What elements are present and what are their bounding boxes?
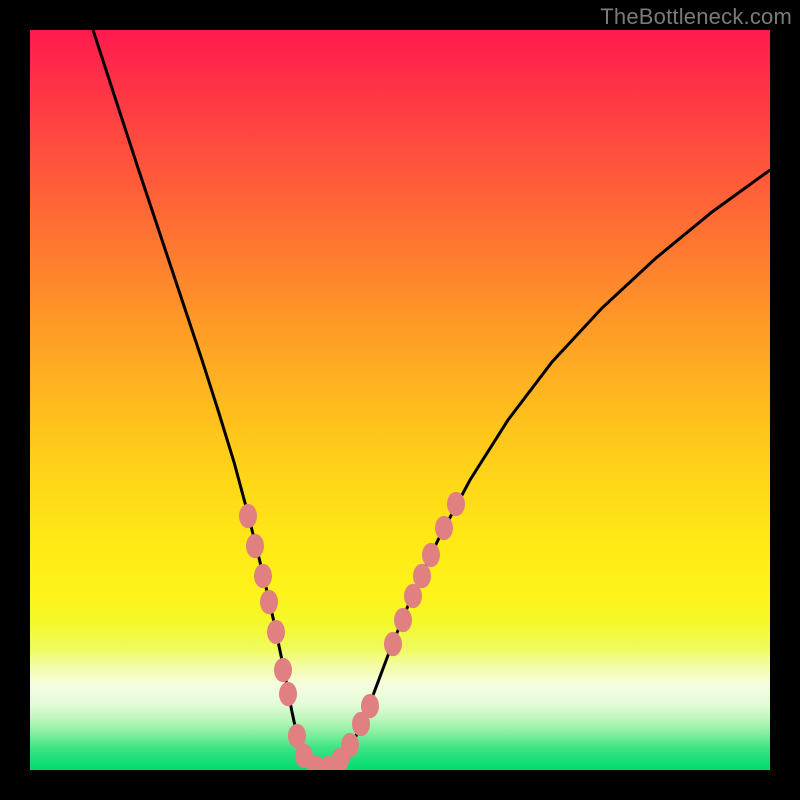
highlight-dot xyxy=(254,564,272,588)
watermark-text: TheBottleneck.com xyxy=(600,4,792,30)
highlight-dot xyxy=(422,543,440,567)
highlight-dot xyxy=(384,632,402,656)
curve-svg xyxy=(30,30,770,770)
highlight-dots xyxy=(239,492,465,770)
highlight-dot xyxy=(413,564,431,588)
curve-path xyxy=(93,30,770,770)
highlight-dot xyxy=(361,694,379,718)
highlight-dot xyxy=(260,590,278,614)
highlight-dot xyxy=(246,534,264,558)
highlight-dot xyxy=(394,608,412,632)
bottleneck-curve xyxy=(93,30,770,770)
highlight-dot xyxy=(239,504,257,528)
highlight-dot xyxy=(274,658,292,682)
highlight-dot xyxy=(447,492,465,516)
highlight-dot xyxy=(341,733,359,757)
chart-frame: TheBottleneck.com xyxy=(0,0,800,800)
highlight-dot xyxy=(279,682,297,706)
highlight-dot xyxy=(267,620,285,644)
highlight-dot xyxy=(435,516,453,540)
plot-area xyxy=(30,30,770,770)
